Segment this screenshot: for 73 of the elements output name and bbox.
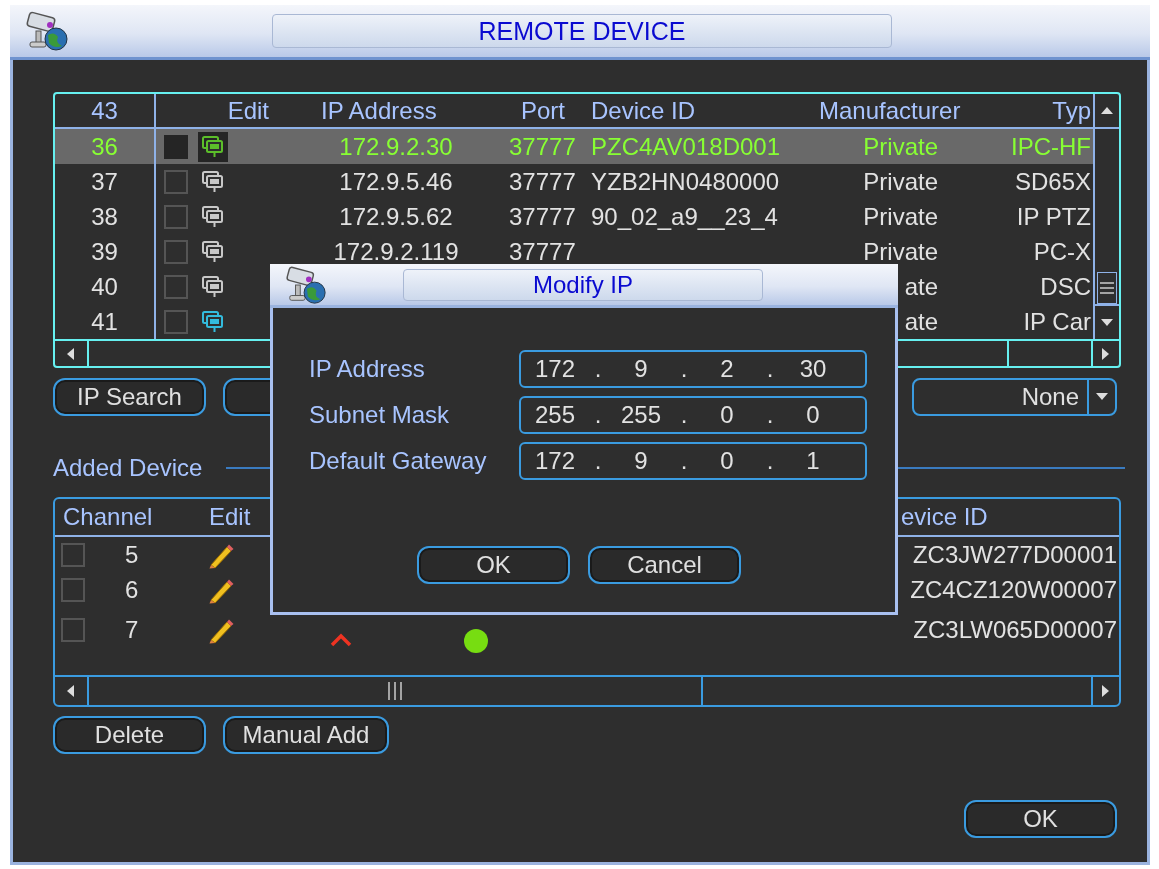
table-cell: 37 [55,164,156,199]
field-label: Subnet Mask [309,401,451,429]
column-header: evice ID [900,503,989,531]
table-cell-text: SD65X [1013,166,1092,197]
table-cell-text: Private [862,201,939,232]
octet: 172 [533,447,576,475]
separator: . [679,401,689,429]
table-cell-text: 172.9.5.46 [338,166,454,197]
table-cell-text: 37777 [508,201,577,232]
table-cell: 38 [55,199,156,234]
octet: 255 [619,401,662,429]
column-header: Channel [62,503,154,531]
octet: 9 [633,447,649,475]
table-cell-text: IP PTZ [1015,201,1092,232]
table-cell-text: 172.9.2.30 [338,131,454,162]
octet: 0 [719,447,735,475]
column-header: IP Address [320,95,438,126]
table-cell-text: PZC4AV018D001 [590,131,781,162]
column-header: Manufacturer [818,95,962,126]
table-cell: ZC4CZ120W00007 [910,575,1117,604]
column-header: Edit [208,503,252,531]
table-cell-text: DSC [1039,271,1092,302]
separator: . [593,401,603,429]
table-cell-text: Private [862,166,939,197]
table-cell: 41 [55,304,156,339]
octet: 30 [798,355,828,383]
separator: . [765,447,775,475]
table-cell-text: IP Car [1022,306,1092,337]
column-header: Edit [226,95,270,126]
table-cell-text: PC-X [1032,236,1092,267]
dialog-title: Modify IP [403,269,763,301]
column-header: Typ [1051,95,1092,126]
table-cell-text: 37777 [508,236,577,267]
table-cell-text: YZB2HN0480000 [590,166,781,197]
table-cell: ZC3JW277D00001 [912,540,1117,569]
column-header: 43 [55,94,156,127]
octet: 9 [633,355,649,383]
table-cell-text: 37777 [508,166,577,197]
separator: . [593,447,603,475]
table-cell-text: 90_02_a9__23_4 [590,201,779,232]
column-header: Port [520,95,566,126]
section-label: Added Device [53,454,203,482]
table-cell-text: 172.9.5.62 [338,201,454,232]
table-cell-text: 172.9.2.119 [332,236,460,267]
octet: 1 [805,447,821,475]
table-cell-text: 37777 [508,131,577,162]
dropdown-value: None [1020,382,1080,412]
separator: . [765,355,775,383]
separator: . [593,355,603,383]
octet: 0 [719,401,735,429]
table-cell: ZC3LW065D00007 [913,616,1117,644]
octet: 0 [805,401,821,429]
field-label: IP Address [309,355,426,383]
table-cell-text: 6 [124,574,140,605]
field-label: Default Gateway [309,447,488,475]
table-cell: 36 [55,129,156,164]
separator: . [679,355,689,383]
separator: . [765,401,775,429]
table-cell-text: IPC-HF [1010,131,1092,162]
table-cell: 40 [55,269,156,304]
octet: 172 [533,355,576,383]
table-cell-text: Private [862,131,939,162]
table-cell-text: ate [903,306,939,337]
table-cell-text: 5 [124,539,140,570]
table-cell: 39 [55,234,156,269]
separator: . [679,447,689,475]
window-title: REMOTE DEVICE [272,14,892,48]
octet: 255 [533,401,576,429]
column-header: Device ID [590,95,697,126]
table-cell-text: ate [903,271,939,302]
table-cell-text: 7 [124,615,140,645]
table-cell-text: Private [862,236,939,267]
octet: 2 [719,355,735,383]
